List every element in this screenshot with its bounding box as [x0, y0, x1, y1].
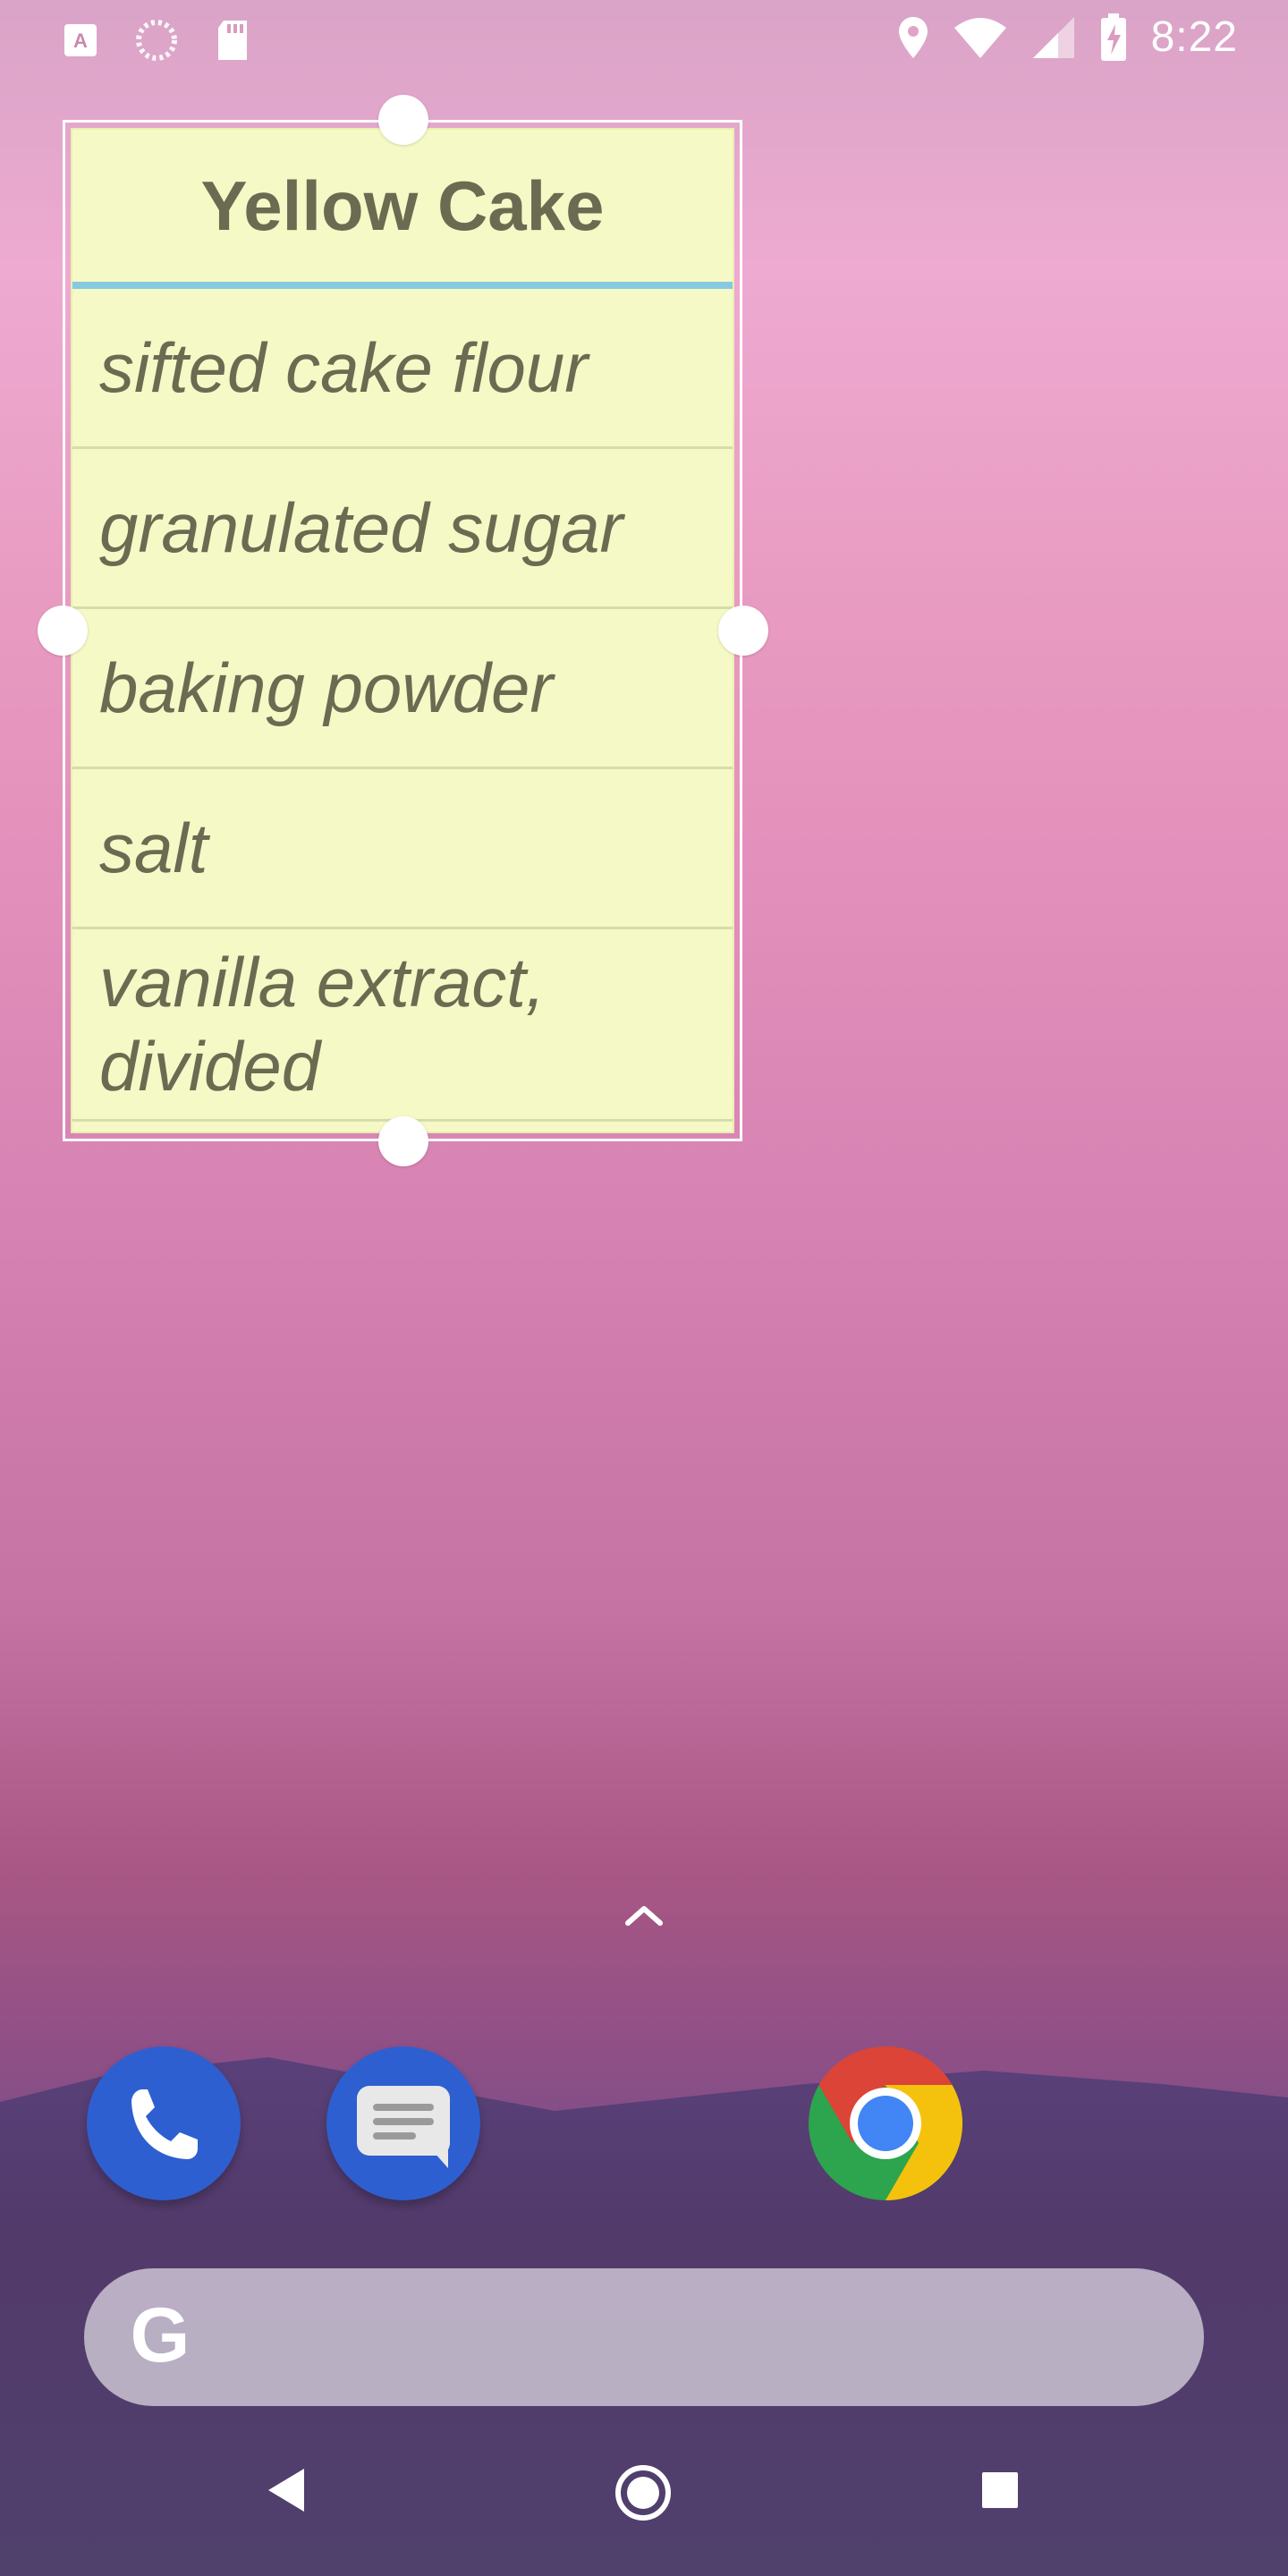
note-title[interactable]: Yellow Cake [72, 130, 733, 289]
app-drawer-chevron-icon[interactable] [623, 1902, 665, 1933]
battery-charging-icon [1099, 13, 1128, 62]
svg-text:G: G [131, 2297, 191, 2377]
back-button-icon[interactable] [265, 2467, 306, 2518]
resize-handle-left[interactable] [38, 606, 88, 656]
note-list[interactable]: Yellow Cake sifted cake flour granulated… [71, 128, 734, 1133]
note-item[interactable]: salt [72, 769, 733, 929]
resize-handle-bottom[interactable] [378, 1116, 428, 1166]
note-item[interactable]: granulated sugar [72, 449, 733, 609]
messages-app-icon[interactable] [326, 2046, 480, 2200]
note-item[interactable]: baking powder [72, 609, 733, 769]
signal-icon [1031, 15, 1076, 60]
wifi-icon [953, 15, 1008, 60]
sd-card-icon [215, 19, 250, 62]
status-left-icons: A [63, 18, 250, 63]
google-search-bar[interactable]: G [84, 2268, 1204, 2406]
note-item[interactable]: sifted cake flour [72, 289, 733, 449]
status-right-icons: 8:22 [897, 13, 1238, 62]
status-time: 8:22 [1150, 13, 1238, 61]
sync-spinner-icon [134, 18, 179, 63]
status-bar: A 8:22 [0, 0, 1288, 75]
svg-text:A: A [73, 30, 88, 52]
google-g-icon: G [120, 2292, 200, 2382]
resize-handle-right[interactable] [718, 606, 768, 656]
home-button-icon[interactable] [614, 2463, 673, 2527]
recents-button-icon[interactable] [980, 2470, 1020, 2514]
resize-handle-top[interactable] [378, 95, 428, 145]
navigation-bar [0, 2433, 1288, 2576]
note-widget[interactable]: Yellow Cake sifted cake flour granulated… [63, 120, 742, 1141]
accessibility-text-icon: A [63, 22, 98, 58]
phone-app-icon[interactable] [87, 2046, 241, 2200]
chrome-app-icon[interactable] [809, 2046, 963, 2200]
note-item[interactable]: vanilla extract, divided [72, 929, 733, 1122]
location-icon [897, 15, 929, 60]
